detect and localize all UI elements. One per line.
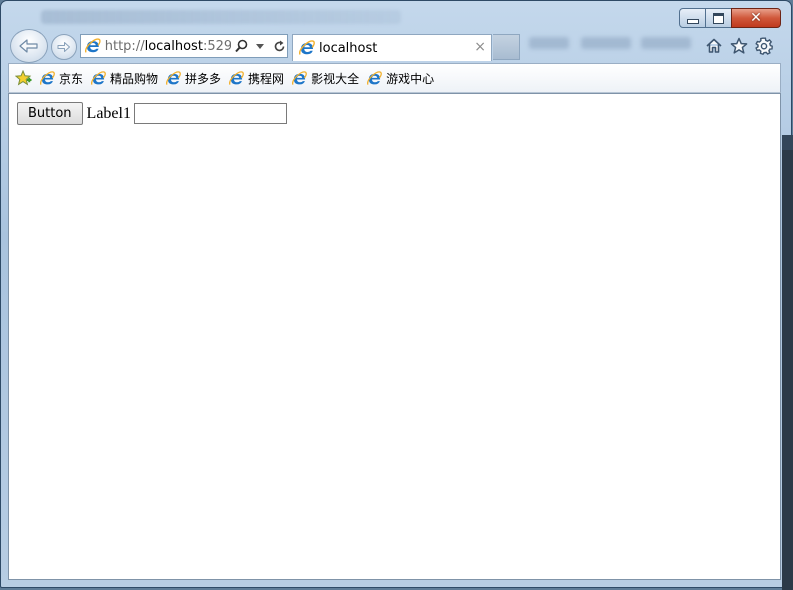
form-row: Button Label1 [17,102,287,125]
ie-page-icon [229,71,244,86]
close-icon: ✕ [750,10,762,26]
search-icon[interactable] [234,38,250,54]
favorite-link[interactable]: 影视大全 [292,70,359,87]
favorite-link-label: 携程网 [248,71,285,86]
ie-page-icon [166,71,181,86]
page-textbox[interactable] [133,103,287,124]
minimize-icon [686,19,699,24]
ie-page-icon [91,71,106,86]
address-url-host: localhost [144,38,203,54]
favorite-link[interactable]: 精品购物 [91,70,158,87]
browser-window: ✕ http://localhost:52912/ localhost × [0,0,792,588]
tab-close-icon[interactable]: × [474,39,486,55]
dropdown-arrow-icon[interactable] [253,38,269,54]
address-url-port: :52912/ [202,38,231,54]
forward-button[interactable] [51,34,77,60]
minimize-button[interactable] [679,8,706,28]
refresh-icon[interactable] [271,38,287,54]
back-button[interactable] [10,29,48,63]
background-blur [581,37,631,49]
ie-page-icon [367,71,382,86]
favorite-link[interactable]: 游戏中心 [367,70,434,87]
window-title-blurred [41,10,401,24]
page-content: Button Label1 [8,93,781,580]
favorites-star-icon[interactable] [730,37,748,55]
page-label: Label1 [86,104,131,122]
favorite-link-label: 精品购物 [110,71,159,86]
maximize-button[interactable] [705,8,732,28]
add-favorite-star-icon [15,69,32,85]
favorite-link-label: 游戏中心 [386,71,435,86]
address-bar[interactable]: http://localhost:52912/ [80,34,288,58]
ie-page-icon [40,71,55,86]
favorite-link[interactable]: 携程网 [229,70,284,87]
tab-localhost[interactable]: localhost × [292,34,492,61]
home-icon[interactable] [705,37,723,55]
ie-page-icon [292,71,307,86]
favorite-link[interactable]: 京东 [40,70,83,87]
favorites-bar: 京东 精品购物 拼多多 携程网 影视大全 游戏中心 [8,63,781,93]
background-blur [529,37,569,49]
maximize-icon [713,12,724,24]
tools-gear-icon[interactable] [755,37,773,55]
back-arrow-icon [19,39,38,53]
favorite-link[interactable]: 拼多多 [166,70,221,87]
tab-title: localhost [319,40,378,56]
address-url-scheme: http:// [104,38,145,54]
close-button[interactable]: ✕ [731,8,781,28]
page-button[interactable]: Button [17,102,83,125]
favorite-link-label: 拼多多 [185,71,222,86]
address-url[interactable]: http://localhost:52912/ [105,39,231,54]
favorites-star-button[interactable] [15,69,33,87]
forward-arrow-icon [57,42,70,52]
desktop-background [782,150,793,590]
favorite-link-label: 影视大全 [311,71,360,86]
ie-tab-icon [299,40,315,56]
ie-page-icon [85,38,101,54]
new-tab-button[interactable] [493,34,520,60]
favorite-link-label: 京东 [59,71,84,86]
background-blur [641,37,691,49]
